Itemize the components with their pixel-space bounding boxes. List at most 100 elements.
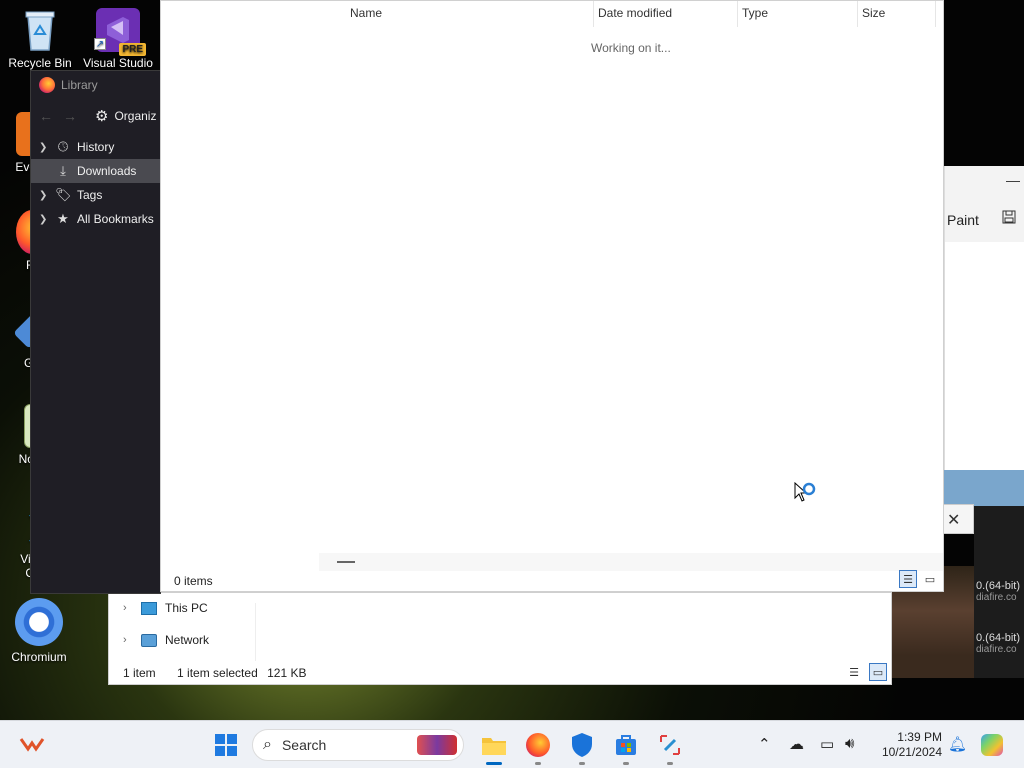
chevron-right-icon[interactable]: ❯ — [39, 214, 49, 225]
clock-time: 1:39 PM — [897, 730, 942, 744]
network-icon — [141, 633, 157, 647]
media-item-source: diafire.co — [976, 592, 1017, 603]
recycle-bin-icon — [18, 8, 62, 52]
tree-item-tags[interactable]: ❯ 🏷︎ Tags — [31, 183, 160, 207]
library-toolbar: ← → ⚙ Organiz — [39, 107, 156, 125]
library-title: Library — [61, 78, 98, 92]
chevron-right-icon[interactable]: › — [123, 634, 133, 646]
busy-cursor-icon — [794, 482, 816, 502]
desktop-icon-label: Recycle Bin — [8, 56, 72, 70]
back-arrow-icon[interactable]: ← — [39, 108, 53, 124]
display-icon[interactable]: ▭ — [820, 735, 834, 753]
gear-icon: ⚙ — [95, 108, 109, 125]
column-header-type[interactable]: Type — [742, 6, 768, 20]
column-header-row: Name Date modified Type Size — [161, 1, 943, 27]
view-toggle: ☰ ▭ — [899, 570, 939, 588]
star-icon: ★ — [57, 211, 69, 226]
column-header-name[interactable]: Name — [350, 6, 382, 20]
widgets-icon[interactable] — [18, 731, 46, 759]
shortcut-arrow-icon: ↗ — [94, 38, 106, 50]
tree-item-history[interactable]: ❯ 🕓︎ History — [31, 135, 160, 159]
store-icon[interactable] — [612, 731, 640, 759]
download-icon: ⤓ — [60, 163, 66, 178]
desktop-icon-recycle-bin[interactable]: Recycle Bin — [2, 8, 78, 70]
desktop: Recycle Bin PRE ↗ Visual Studio Eve Fi G… — [0, 0, 1024, 720]
cloud-offline-icon[interactable]: ☁ — [789, 735, 804, 753]
media-item-title: 0.(64-bit) — [976, 632, 1021, 644]
firefox-icon — [39, 77, 55, 93]
active-indicator — [486, 762, 502, 765]
close-icon[interactable]: ✕ — [947, 510, 960, 530]
search-highlight-icon — [417, 735, 457, 755]
open-indicator — [535, 762, 541, 765]
tree-item-downloads[interactable]: ⤓ Downloads — [31, 159, 160, 183]
speaker-icon[interactable]: 🔊︎ — [845, 735, 854, 752]
nav-item-network[interactable]: › Network — [123, 633, 209, 647]
file-explorer-window: › This PC › Network 1 item 1 item select… — [108, 592, 892, 685]
tree-item-all-bookmarks[interactable]: ❯ ★ All Bookmarks — [31, 207, 160, 231]
clock-icon: 🕓︎ — [57, 139, 69, 154]
notification-bell-icon[interactable]: 🔔︎ — [948, 735, 967, 753]
tiles-view-icon[interactable]: ▭ — [869, 663, 887, 681]
forward-arrow-icon[interactable]: → — [63, 108, 77, 124]
column-header-date-modified[interactable]: Date modified — [598, 6, 672, 20]
explorer-status-bar: 1 item 1 item selected 121 KB — [123, 666, 324, 680]
file-explorer-icon[interactable] — [480, 731, 508, 759]
clock[interactable]: 1:39 PM 10/21/2024 — [868, 730, 942, 760]
items-count: 0 items — [174, 574, 213, 588]
selected-size: 121 KB — [267, 666, 307, 680]
desktop-icon-chromium[interactable]: Chromium — [1, 598, 77, 664]
firefox-taskbar-icon[interactable] — [524, 731, 552, 759]
media-item[interactable]: 0.(64-bit) diafire.co — [976, 580, 1020, 603]
view-toggle: ☰ ▭ — [845, 663, 887, 681]
paint-title: Paint — [947, 212, 979, 228]
open-indicator — [623, 762, 629, 765]
column-separator[interactable] — [593, 1, 594, 27]
details-view-icon[interactable]: ☰ — [899, 570, 917, 588]
horizontal-scrollbar[interactable] — [319, 553, 943, 571]
search-icon: ⌕ — [263, 736, 272, 753]
scrollbar-thumb[interactable] — [337, 561, 355, 563]
library-tree: ❯ 🕓︎ History ⤓ Downloads ❯ 🏷︎ Tags ❯ ★ A… — [31, 135, 160, 231]
selected-count: 1 item selected — [177, 666, 258, 680]
tag-icon: 🏷︎ — [55, 187, 72, 202]
chevron-up-icon[interactable]: ⌃ — [758, 735, 771, 753]
tree-item-label: All Bookmarks — [77, 212, 154, 226]
copilot-icon[interactable] — [978, 731, 1006, 759]
this-pc-icon — [141, 601, 157, 615]
tiles-view-icon[interactable]: ▭ — [921, 570, 939, 588]
pre-badge: PRE — [119, 43, 146, 56]
desktop-icon-visual-studio[interactable]: PRE ↗ Visual Studio — [80, 8, 156, 70]
open-indicator — [667, 762, 673, 765]
column-separator[interactable] — [737, 1, 738, 27]
organize-label: Organiz — [114, 109, 157, 123]
column-separator[interactable] — [857, 1, 858, 27]
item-count: 1 item — [123, 666, 156, 680]
desktop-icon-label: Chromium — [11, 650, 67, 664]
media-item[interactable]: 0.(64-bit) diafire.co — [976, 632, 1020, 655]
start-button[interactable] — [212, 731, 240, 759]
organize-button[interactable]: ⚙ Organiz — [95, 107, 156, 125]
open-indicator — [579, 762, 585, 765]
taskbar-search-box[interactable]: ⌕ Search — [252, 729, 464, 761]
chevron-right-icon[interactable]: › — [123, 602, 133, 614]
search-placeholder: Search — [281, 737, 327, 753]
paint-canvas[interactable] — [945, 242, 1024, 470]
details-view-icon[interactable]: ☰ — [845, 663, 863, 681]
snipping-tool-icon[interactable] — [656, 731, 684, 759]
library-window: Library ← → ⚙ Organiz ❯ 🕓︎ History ⤓ Dow… — [30, 70, 161, 594]
chevron-right-icon[interactable]: ❯ — [39, 190, 49, 201]
column-header-size[interactable]: Size — [862, 6, 885, 20]
desktop-icon-label: Visual Studio — [83, 56, 153, 70]
minimize-button[interactable]: — — [1006, 172, 1020, 188]
tree-item-label: Tags — [77, 188, 103, 202]
library-titlebar: Library — [39, 77, 98, 93]
column-separator[interactable] — [935, 1, 936, 27]
defender-icon[interactable] — [568, 731, 596, 759]
paint-window: — Paint — [944, 166, 1024, 470]
loading-message: Working on it... — [591, 41, 671, 55]
nav-item-this-pc[interactable]: › This PC — [123, 601, 208, 615]
chevron-right-icon[interactable]: ❯ — [39, 142, 49, 153]
save-icon[interactable] — [1002, 210, 1016, 229]
clock-date: 10/21/2024 — [881, 745, 942, 759]
